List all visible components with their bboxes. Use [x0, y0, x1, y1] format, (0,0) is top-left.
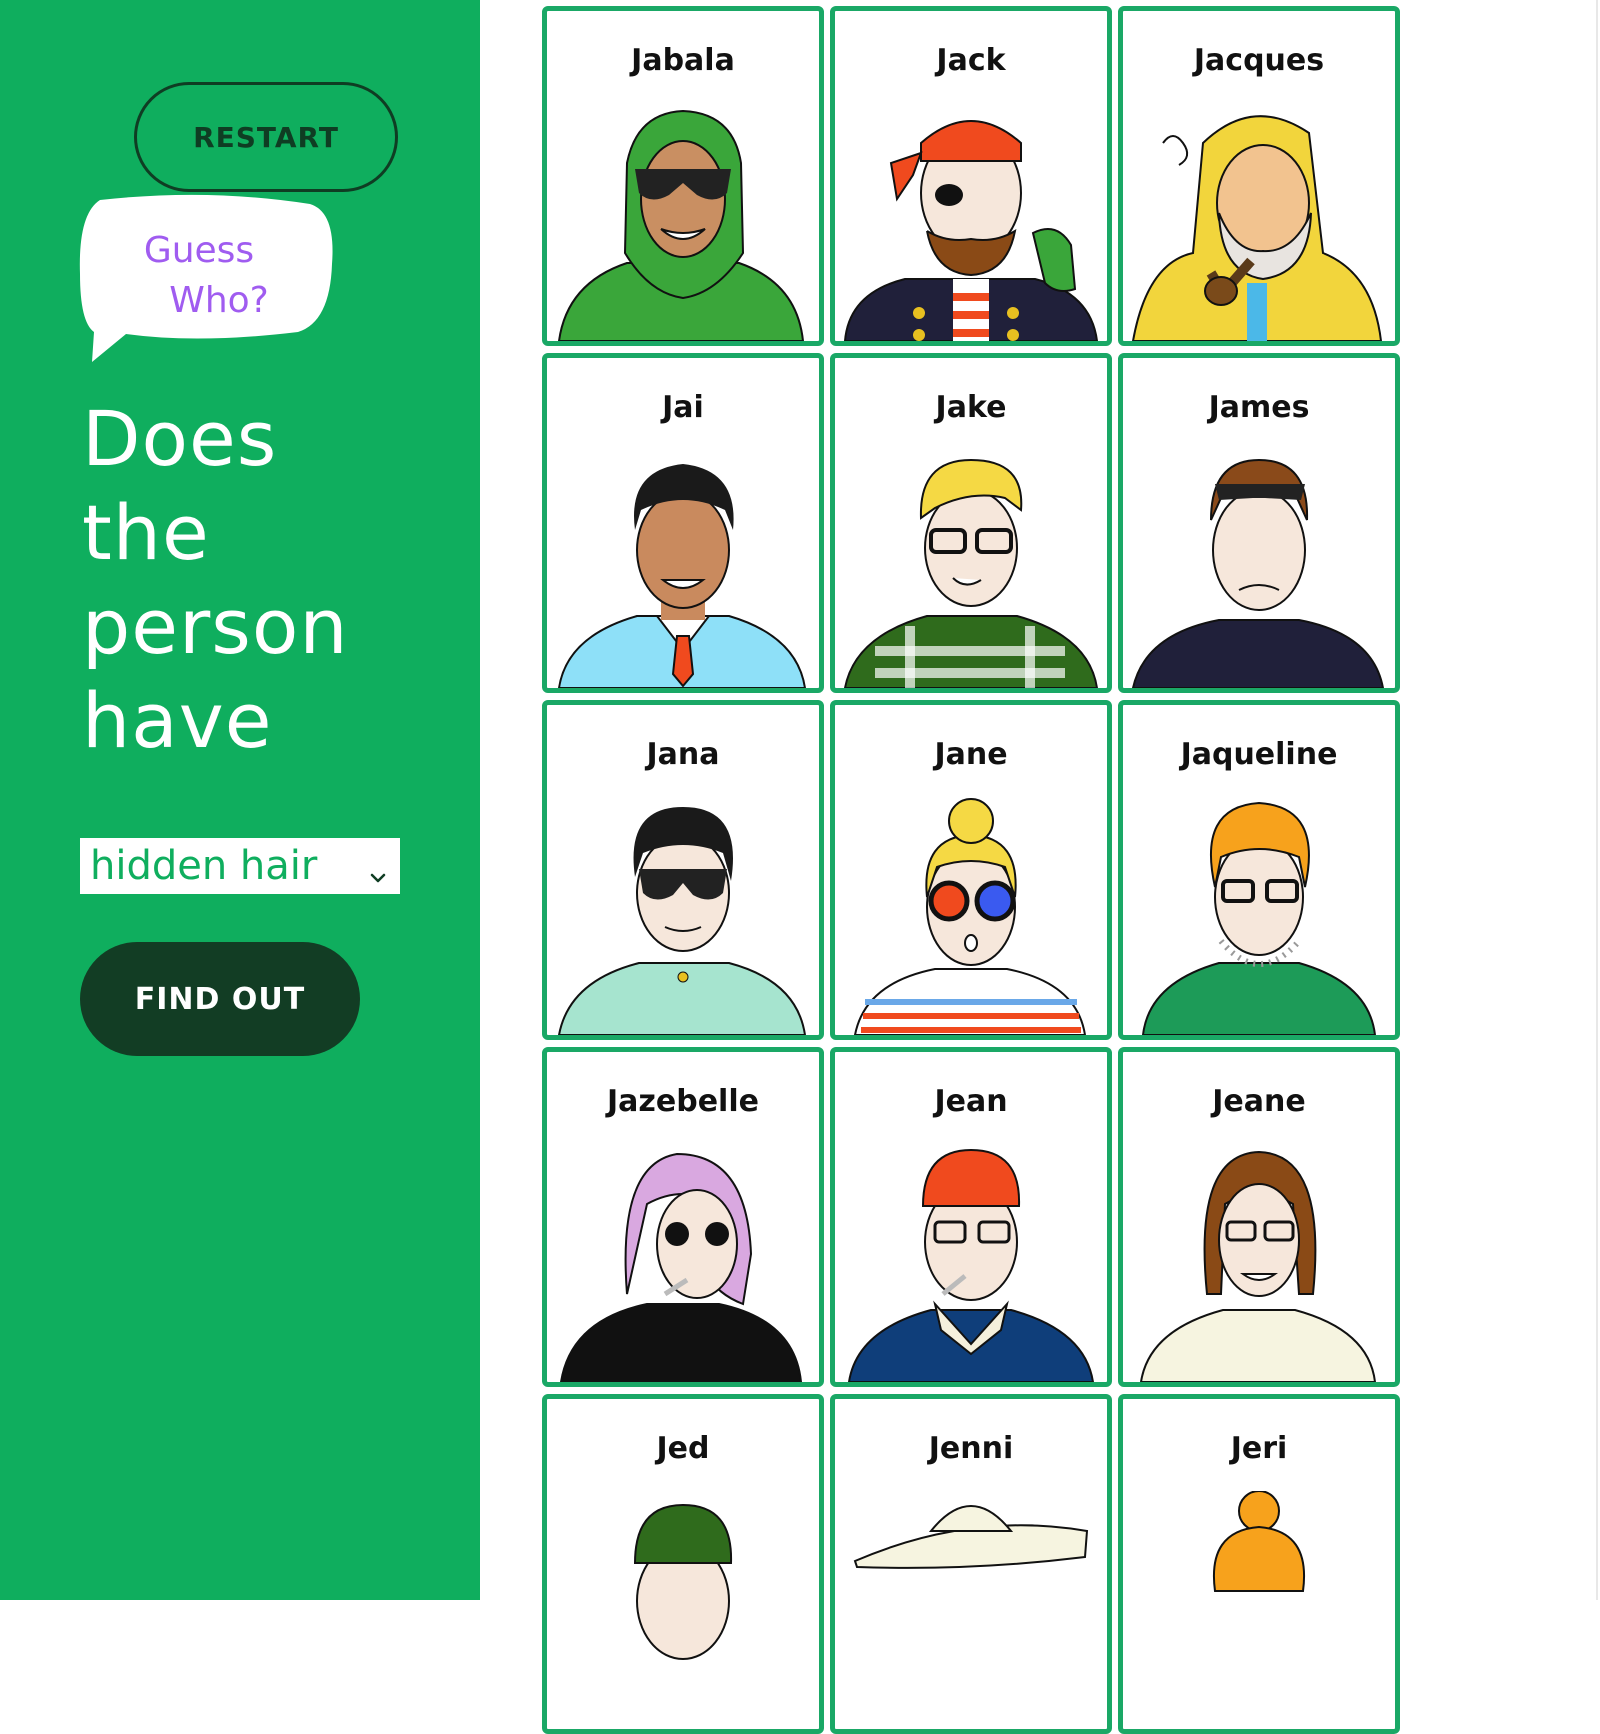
character-card-jazebelle[interactable]: Jazebelle [542, 1047, 824, 1387]
attribute-select[interactable]: hidden hair [80, 838, 400, 894]
question-line: have [82, 676, 273, 765]
jabala-portrait-icon [557, 109, 805, 341]
character-card-jaqueline[interactable]: Jaqueline [1118, 700, 1400, 1040]
character-card-jeane[interactable]: Jeane [1118, 1047, 1400, 1387]
jean-portrait-icon [847, 1148, 1095, 1382]
character-card-jana[interactable]: Jana [542, 700, 824, 1040]
character-card-jacques[interactable]: Jacques [1118, 6, 1400, 346]
jeane-portrait-icon [1139, 1150, 1377, 1382]
character-card-jane[interactable]: Jane [830, 700, 1112, 1040]
card-name: James [1208, 390, 1310, 425]
card-name: Jean [934, 1084, 1008, 1119]
question-line: person [82, 582, 349, 671]
logo-line-2: Who? [169, 280, 269, 321]
question-heading: Does the person have [82, 392, 462, 768]
character-card-jenni[interactable]: Jenni [830, 1394, 1112, 1734]
card-name: Jed [656, 1431, 710, 1466]
jenni-portrait-icon [853, 1505, 1089, 1569]
jake-portrait-icon [843, 458, 1099, 688]
question-line: the [82, 488, 210, 577]
sidebar: RESTART Guess Who? Does the person have … [0, 0, 480, 1600]
card-name: Jacques [1193, 43, 1325, 78]
character-card-james[interactable]: James [1118, 353, 1400, 693]
character-card-jean[interactable]: Jean [830, 1047, 1112, 1387]
character-card-jeri[interactable]: Jeri [1118, 1394, 1400, 1734]
find-out-button[interactable]: FIND OUT [80, 942, 360, 1056]
character-card-jabala[interactable]: Jabala [542, 6, 824, 346]
jed-portrait-icon [633, 1503, 733, 1660]
scrollbar-track[interactable] [1596, 0, 1598, 1600]
jana-portrait-icon [557, 807, 807, 1035]
jeri-portrait-icon [1213, 1491, 1305, 1592]
jack-portrait-icon [843, 120, 1099, 341]
card-name: Jack [936, 43, 1006, 78]
guess-who-logo: Guess Who? [78, 194, 338, 369]
question-line: Does [82, 394, 278, 483]
character-card-jack[interactable]: Jack [830, 6, 1112, 346]
character-card-jai[interactable]: Jai [542, 353, 824, 693]
jazebelle-portrait-icon [559, 1152, 803, 1382]
jane-portrait-icon [853, 798, 1087, 1035]
restart-button[interactable]: RESTART [134, 82, 398, 192]
card-name: Jane [934, 737, 1008, 772]
card-name: Jai [662, 390, 704, 425]
card-name: Jake [935, 390, 1007, 425]
card-name: Jenni [928, 1431, 1014, 1466]
attribute-select-value: hidden hair [90, 843, 318, 889]
jai-portrait-icon [557, 464, 807, 688]
card-name: Jaqueline [1180, 737, 1338, 772]
card-name: Jabala [631, 43, 735, 78]
logo-line-1: Guess [143, 230, 255, 271]
character-card-jake[interactable]: Jake [830, 353, 1112, 693]
chevron-down-icon [366, 854, 390, 883]
card-name: Jeane [1212, 1084, 1306, 1119]
logo-text: Guess Who? [118, 226, 298, 326]
character-card-jed[interactable]: Jed [542, 1394, 824, 1734]
card-name: Jazebelle [607, 1084, 759, 1119]
jacques-portrait-icon [1131, 115, 1383, 341]
card-name: Jana [646, 737, 720, 772]
card-name: Jeri [1230, 1431, 1288, 1466]
james-portrait-icon [1131, 458, 1385, 688]
jaqueline-portrait-icon [1141, 801, 1377, 1035]
